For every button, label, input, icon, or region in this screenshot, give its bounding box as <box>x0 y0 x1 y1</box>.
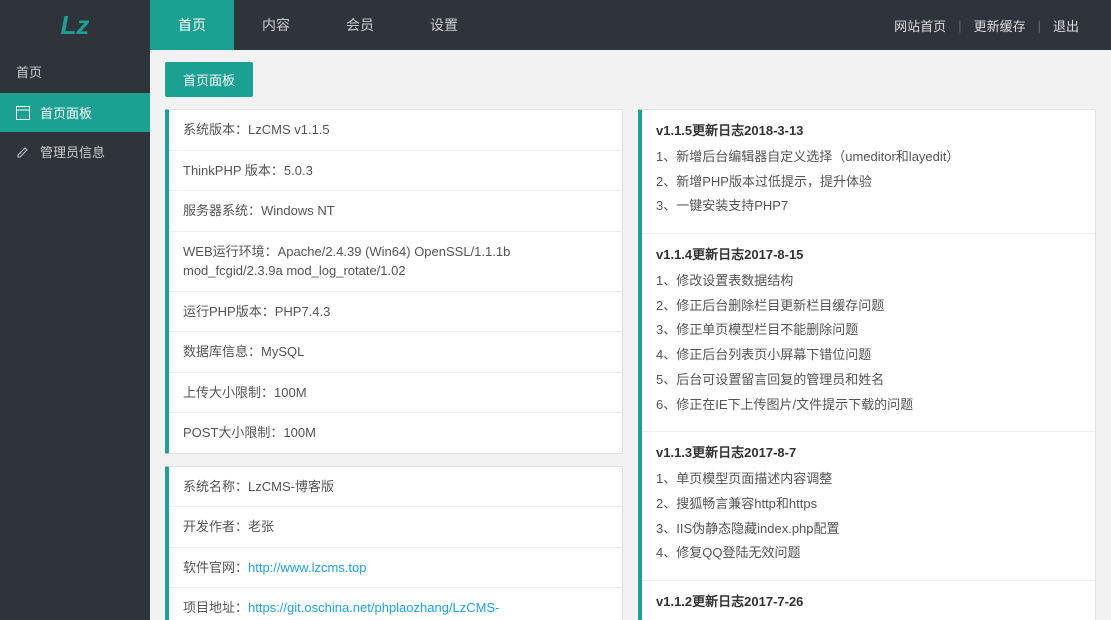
changelog-title: v1.1.5更新日志2018-3-13 <box>656 120 1081 139</box>
top-nav: 首页 内容 会员 设置 <box>150 0 486 50</box>
changelog-block: v1.1.4更新日志2017-8-15 1、修改设置表数据结构2、修正后台删除栏目… <box>642 234 1095 432</box>
link-logout[interactable]: 退出 <box>1041 16 1091 35</box>
changelog-item: 6、修正在IE下上传图片/文件提示下载的问题 <box>656 393 1081 418</box>
about-site: 软件官网：http://www.lzcms.top <box>169 548 622 589</box>
nav-settings[interactable]: 设置 <box>402 0 486 50</box>
header: Lz 首页 内容 会员 设置 网站首页 | 更新缓存 | 退出 <box>0 0 1111 50</box>
db-info: 数据库信息：MySQL <box>169 332 622 373</box>
upload-limit: 上传大小限制：100M <box>169 373 622 414</box>
changelog-card: v1.1.5更新日志2018-3-13 1、新增后台编辑器自定义选择（umedit… <box>638 109 1096 620</box>
logo-text: Lz <box>61 10 90 41</box>
about-author: 开发作者：老张 <box>169 507 622 548</box>
changelog-item: 2、新增PHP版本过低提示，提升体验 <box>656 170 1081 195</box>
post-limit: POST大小限制：100M <box>169 413 622 453</box>
changelog-item: 4、修复QQ登陆无效问题 <box>656 541 1081 566</box>
sidebar-item-label: 管理员信息 <box>40 142 105 161</box>
tab-dashboard[interactable]: 首页面板 <box>165 62 253 97</box>
pencil-icon <box>16 145 30 159</box>
main-content: 首页面板 系统版本：LzCMS v1.1.5 ThinkPHP 版本：5.0.3… <box>150 50 1111 620</box>
changelog-item: 3、一键安装支持PHP7 <box>656 194 1081 219</box>
changelog-item: 1、修改设置表数据结构 <box>656 269 1081 294</box>
nav-home[interactable]: 首页 <box>150 0 234 50</box>
sidebar-item-label: 首页面板 <box>40 103 92 122</box>
breadcrumb: 首页 <box>0 50 150 93</box>
thinkphp-version: ThinkPHP 版本：5.0.3 <box>169 151 622 192</box>
header-right: 网站首页 | 更新缓存 | 退出 <box>882 0 1111 50</box>
changelog-item: 3、修正单页模型栏目不能删除问题 <box>656 318 1081 343</box>
server-os: 服务器系统：Windows NT <box>169 191 622 232</box>
changelog-item: 4、修正后台列表页小屏幕下错位问题 <box>656 343 1081 368</box>
logo: Lz <box>0 0 150 50</box>
changelog-item: 2、搜狐畅言兼容http和https <box>656 492 1081 517</box>
changelog-item: 1、新增置顶功能 <box>656 616 1081 620</box>
web-env: WEB运行环境：Apache/2.4.39 (Win64) OpenSSL/1.… <box>169 232 622 292</box>
sidebar-item-admin-info[interactable]: 管理员信息 <box>0 132 150 171</box>
php-version: 运行PHP版本：PHP7.4.3 <box>169 292 622 333</box>
about-card: 系统名称：LzCMS-博客版 开发作者：老张 软件官网：http://www.l… <box>165 466 623 620</box>
link-refresh-cache[interactable]: 更新缓存 <box>962 16 1038 35</box>
about-repo: 项目地址：https://git.oschina.net/phplaozhang… <box>169 588 622 620</box>
changelog-item: 2、修正后台删除栏目更新栏目缓存问题 <box>656 294 1081 319</box>
changelog-block: v1.1.2更新日志2017-7-261、新增置顶功能2、图集多图上传支持多选上… <box>642 581 1095 620</box>
changelog-title: v1.1.3更新日志2017-8-7 <box>656 442 1081 461</box>
nav-content[interactable]: 内容 <box>234 0 318 50</box>
sidebar: 首页 首页面板 管理员信息 <box>0 50 150 620</box>
changelog-item: 5、后台可设置留言回复的管理员和姓名 <box>656 368 1081 393</box>
changelog-item: 1、单页模型页面描述内容调整 <box>656 467 1081 492</box>
changelog-title: v1.1.4更新日志2017-8-15 <box>656 244 1081 263</box>
system-info-card: 系统版本：LzCMS v1.1.5 ThinkPHP 版本：5.0.3 服务器系… <box>165 109 623 454</box>
panel-icon <box>16 106 30 120</box>
changelog-title: v1.1.2更新日志2017-7-26 <box>656 591 1081 610</box>
changelog-item: 1、新增后台编辑器自定义选择（umeditor和layedit） <box>656 145 1081 170</box>
changelog-block: v1.1.5更新日志2018-3-13 1、新增后台编辑器自定义选择（umedit… <box>642 110 1095 234</box>
sys-version: 系统版本：LzCMS v1.1.5 <box>169 110 622 151</box>
about-name: 系统名称：LzCMS-博客版 <box>169 467 622 508</box>
link-site-home[interactable]: 网站首页 <box>882 16 958 35</box>
sidebar-item-dashboard[interactable]: 首页面板 <box>0 93 150 132</box>
changelog-block: v1.1.3更新日志2017-8-7 1、单页模型页面描述内容调整2、搜狐畅言兼容… <box>642 432 1095 581</box>
nav-member[interactable]: 会员 <box>318 0 402 50</box>
site-link[interactable]: http://www.lzcms.top <box>248 560 366 575</box>
changelog-item: 3、IIS伪静态隐藏index.php配置 <box>656 517 1081 542</box>
